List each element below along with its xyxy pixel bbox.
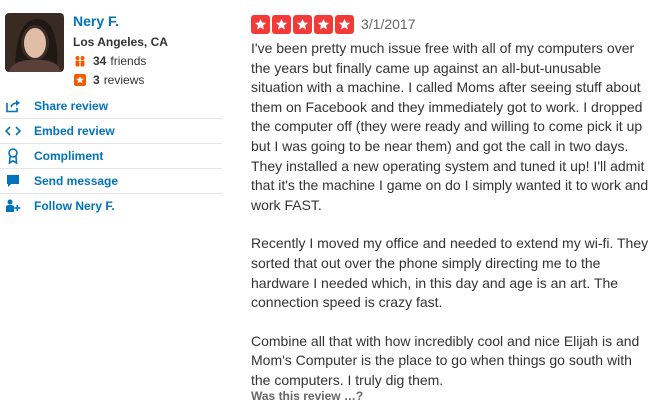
- avatar-photo: [5, 13, 64, 72]
- compliment-link[interactable]: Compliment: [0, 143, 222, 168]
- share-review-link[interactable]: Share review: [0, 94, 222, 118]
- review-actions: Share review Embed review Compliment Sen…: [0, 94, 222, 218]
- star-icon: [314, 14, 333, 34]
- avatar[interactable]: [5, 13, 64, 72]
- star-rating: [251, 14, 354, 34]
- share-review-label: Share review: [34, 99, 109, 113]
- compliment-icon: [3, 148, 23, 164]
- review-body: 3/1/2017 I've been pretty much issue fre…: [251, 14, 651, 410]
- send-message-label: Send message: [34, 174, 119, 188]
- follow-user-link[interactable]: Follow Nery F.: [0, 193, 222, 218]
- review-date: 3/1/2017: [361, 16, 416, 32]
- review-text: I've been pretty much issue free with al…: [251, 39, 651, 391]
- embed-review-link[interactable]: Embed review: [0, 118, 222, 143]
- review-paragraph: Combine all that with how incredibly coo…: [251, 332, 640, 388]
- review-star-icon: [73, 73, 87, 87]
- share-icon: [3, 98, 23, 114]
- star-icon: [272, 14, 291, 34]
- reviews-label: reviews: [103, 73, 145, 87]
- friends-stat: 34 friends: [73, 54, 168, 68]
- user-location: Los Angeles, CA: [73, 35, 168, 49]
- star-icon: [335, 14, 354, 34]
- star-icon: [293, 14, 312, 34]
- helpful-prompt: Was this review …?: [251, 389, 364, 403]
- reviews-count: 3: [93, 73, 100, 87]
- rating-row: 3/1/2017: [251, 14, 651, 34]
- follow-user-label: Follow Nery F.: [34, 199, 115, 213]
- friends-label: friends: [110, 54, 147, 68]
- review-paragraph: Recently I moved my office and needed to…: [251, 235, 649, 311]
- follow-icon: [3, 198, 23, 214]
- user-name[interactable]: Nery F.: [73, 13, 168, 30]
- embed-review-label: Embed review: [34, 124, 115, 138]
- review-paragraph: I've been pretty much issue free with al…: [251, 40, 649, 213]
- compliment-label: Compliment: [34, 149, 104, 163]
- message-icon: [3, 173, 23, 189]
- reviews-stat: 3 reviews: [73, 73, 168, 87]
- embed-icon: [3, 123, 23, 139]
- star-icon: [251, 14, 270, 34]
- friends-count: 34: [93, 54, 107, 68]
- friends-icon: [73, 54, 87, 68]
- send-message-link[interactable]: Send message: [0, 168, 222, 193]
